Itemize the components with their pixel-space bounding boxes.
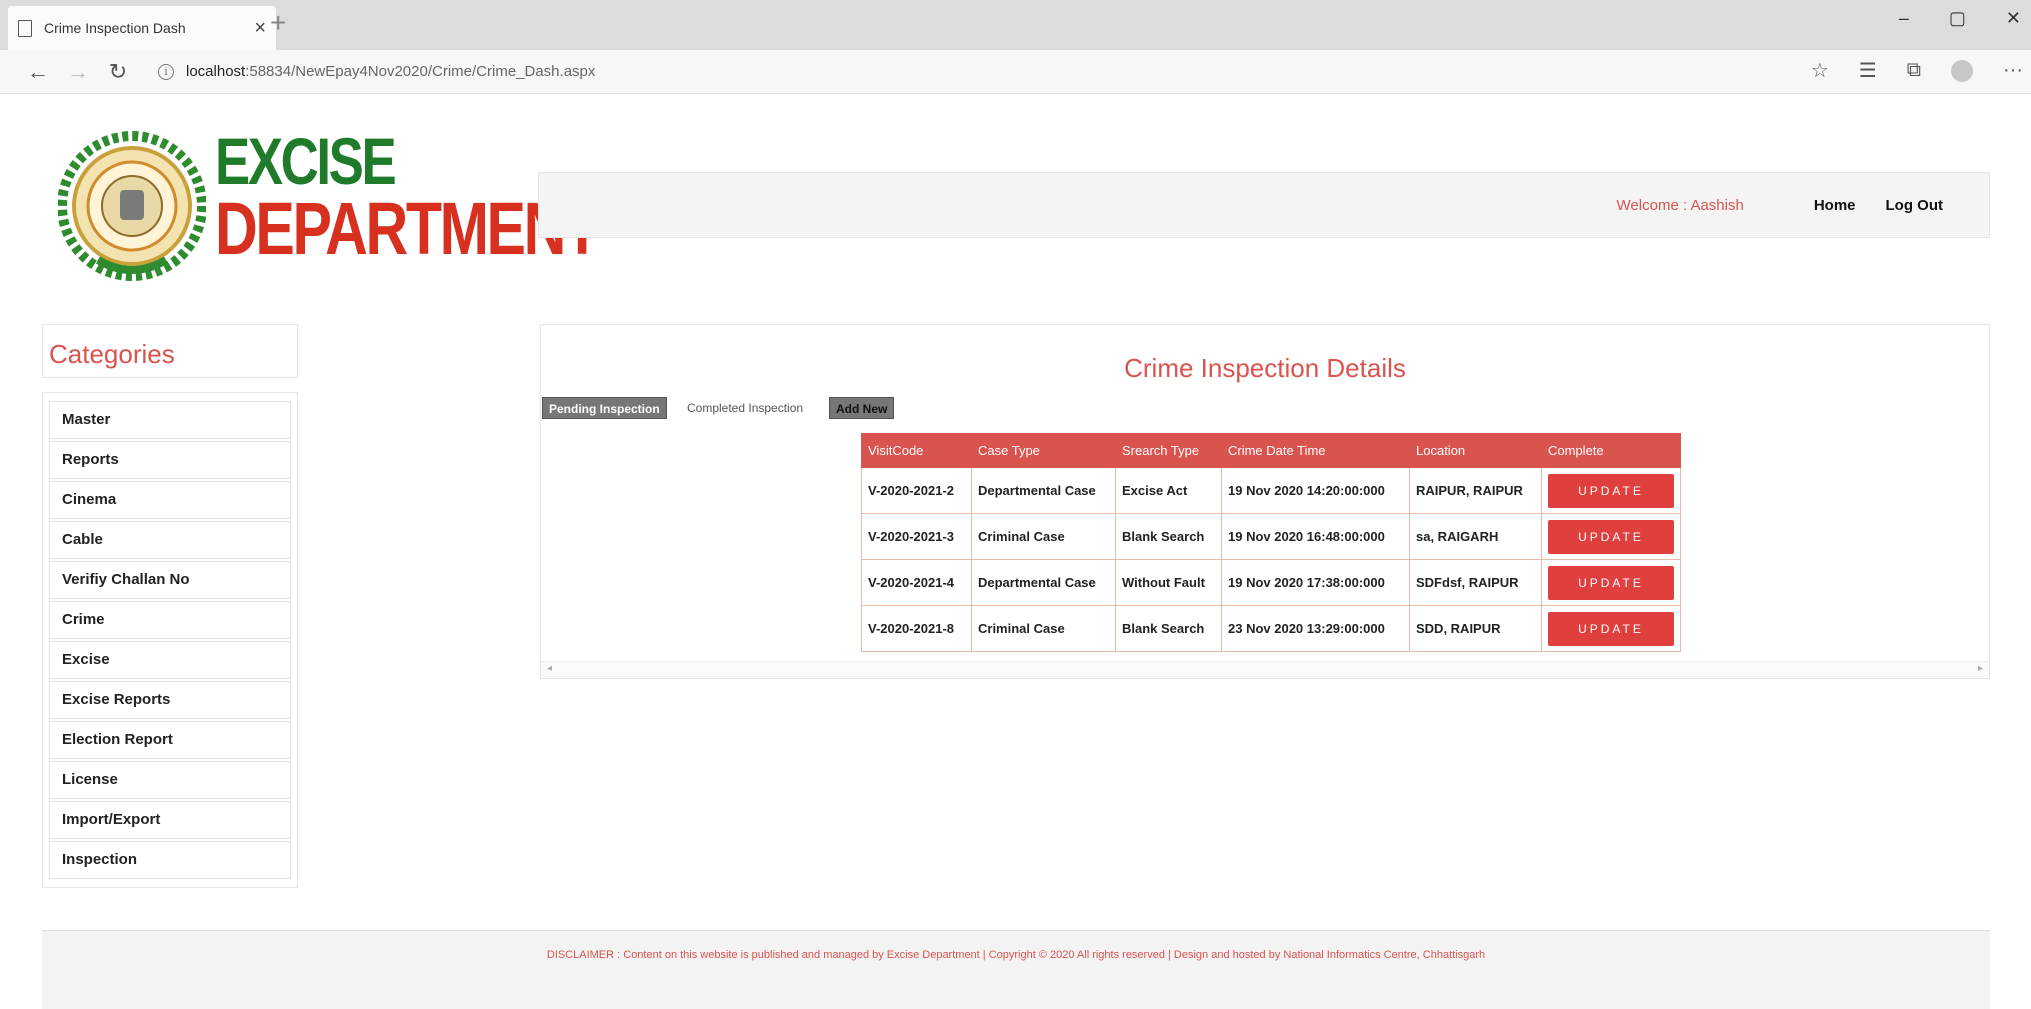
footer: DISCLAIMER : Content on this website is … (42, 930, 1990, 1009)
welcome-text: Welcome : Aashish (1616, 196, 1744, 214)
forward-icon[interactable]: → (58, 59, 98, 85)
new-tab-icon[interactable]: + (270, 8, 286, 38)
home-link[interactable]: Home (1814, 197, 1856, 214)
add-new-button[interactable]: Add New (829, 397, 895, 419)
top-nav-bar: Welcome : Aashish Home Log Out (538, 172, 1990, 238)
favorite-star-icon[interactable]: ☆ (1811, 58, 1829, 83)
col-visit-code[interactable]: VisitCode (861, 433, 972, 468)
cell-search-type: Blank Search (1115, 513, 1222, 560)
table-row: V-2020-2021-8 Criminal Case Blank Search… (861, 605, 1681, 652)
inspection-table: VisitCode Case Type Srearch Type Crime D… (861, 433, 1681, 652)
url-path: :58834/NewEpay4Nov2020/Crime/Crime_Dash.… (245, 63, 596, 80)
horizontal-scrollbar[interactable]: ◂ ▸ (541, 661, 1989, 677)
cell-visit-code: V-2020-2021-2 (861, 467, 972, 514)
cell-case-type: Criminal Case (971, 605, 1116, 652)
scroll-right-icon[interactable]: ▸ (1978, 663, 1983, 674)
sidebar-item-excise-reports[interactable]: Excise Reports (49, 681, 291, 719)
more-menu-icon[interactable]: ··· (2003, 59, 2023, 82)
categories-menu: Master Reports Cinema Cable Verifiy Chal… (42, 392, 298, 888)
cell-crime-date-time: 19 Nov 2020 17:38:00:000 (1221, 559, 1410, 606)
cell-complete: UPDATE (1541, 467, 1681, 514)
cell-crime-date-time: 19 Nov 2020 16:48:00:000 (1221, 513, 1410, 560)
col-case-type[interactable]: Case Type (971, 433, 1116, 468)
sidebar-item-reports[interactable]: Reports (49, 441, 291, 479)
sidebar-item-import-export[interactable]: Import/Export (49, 801, 291, 839)
page-title: Crime Inspection Details (1124, 353, 1406, 383)
cell-visit-code: V-2020-2021-8 (861, 605, 972, 652)
excise-seal-logo-icon (58, 131, 206, 281)
cell-location: SDFdsf, RAIPUR (1409, 559, 1542, 606)
sidebar-item-excise[interactable]: Excise (49, 641, 291, 679)
profile-avatar-icon[interactable] (1951, 59, 1974, 82)
col-crime-date-time[interactable]: Crime Date Time (1221, 433, 1410, 468)
tab-pending-inspection[interactable]: Pending Inspection (542, 397, 667, 419)
update-button[interactable]: UPDATE (1548, 519, 1674, 554)
cell-location: SDD, RAIPUR (1409, 605, 1542, 652)
cell-location: RAIPUR, RAIPUR (1409, 467, 1542, 514)
cell-location: sa, RAIGARH (1409, 513, 1542, 560)
cell-search-type: Blank Search (1115, 605, 1222, 652)
crime-inspection-panel: Crime Inspection Details Pending Inspect… (540, 324, 1990, 679)
cell-complete: UPDATE (1541, 513, 1681, 560)
col-complete[interactable]: Complete (1541, 433, 1681, 468)
browser-tab[interactable]: Crime Inspection Dash × (8, 6, 276, 50)
update-button[interactable]: UPDATE (1548, 611, 1674, 646)
update-button[interactable]: UPDATE (1548, 565, 1674, 600)
sidebar-item-license[interactable]: License (49, 761, 291, 799)
table-header-row: VisitCode Case Type Srearch Type Crime D… (861, 433, 1681, 468)
cell-crime-date-time: 19 Nov 2020 14:20:00:000 (1221, 467, 1410, 514)
cell-search-type: Excise Act (1115, 467, 1222, 514)
sidebar-item-master[interactable]: Master (49, 401, 291, 439)
page-icon (18, 19, 32, 37)
favorites-list-icon[interactable]: ☰ (1859, 58, 1877, 83)
logout-link[interactable]: Log Out (1886, 197, 1943, 214)
categories-title: Categories (42, 324, 298, 378)
url-field[interactable]: i localhost:58834/NewEpay4Nov2020/Crime/… (158, 63, 595, 80)
address-bar: ← → ↻ i localhost:58834/NewEpay4Nov2020/… (0, 50, 2031, 94)
col-location[interactable]: Location (1409, 433, 1542, 468)
cell-complete: UPDATE (1541, 605, 1681, 652)
sidebar-item-verify-challan[interactable]: Verifiy Challan No (49, 561, 291, 599)
cell-search-type: Without Fault (1115, 559, 1222, 606)
collections-icon[interactable]: ⧉ (1907, 59, 1921, 82)
site-info-icon[interactable]: i (158, 63, 174, 80)
cell-complete: UPDATE (1541, 559, 1681, 606)
browser-toolbar: ☆ ☰ ⧉ ··· (1811, 58, 2023, 83)
scroll-left-icon[interactable]: ◂ (547, 663, 552, 674)
refresh-icon[interactable]: ↻ (98, 59, 138, 85)
table-row: V-2020-2021-2 Departmental Case Excise A… (861, 467, 1681, 514)
window-controls: – ▢ ✕ (1899, 8, 2021, 29)
tab-title: Crime Inspection Dash (44, 20, 186, 36)
table-row: V-2020-2021-3 Criminal Case Blank Search… (861, 513, 1681, 560)
cell-case-type: Criminal Case (971, 513, 1116, 560)
sidebar-item-cable[interactable]: Cable (49, 521, 291, 559)
cell-crime-date-time: 23 Nov 2020 13:29:00:000 (1221, 605, 1410, 652)
sidebar-item-inspection[interactable]: Inspection (49, 841, 291, 879)
tab-completed-inspection[interactable]: Completed Inspection (681, 397, 809, 419)
update-button[interactable]: UPDATE (1548, 473, 1674, 508)
cell-case-type: Departmental Case (971, 467, 1116, 514)
tab-close-icon[interactable]: × (254, 17, 266, 40)
sidebar-item-cinema[interactable]: Cinema (49, 481, 291, 519)
col-search-type[interactable]: Srearch Type (1115, 433, 1222, 468)
browser-tabbar: Crime Inspection Dash × + – ▢ ✕ (0, 0, 2031, 50)
restore-icon[interactable]: ▢ (1949, 8, 1966, 29)
table-row: V-2020-2021-4 Departmental Case Without … (861, 559, 1681, 606)
sidebar-item-crime[interactable]: Crime (49, 601, 291, 639)
cell-case-type: Departmental Case (971, 559, 1116, 606)
minimize-icon[interactable]: – (1899, 8, 1909, 29)
cell-visit-code: V-2020-2021-3 (861, 513, 972, 560)
back-icon[interactable]: ← (18, 59, 58, 85)
close-window-icon[interactable]: ✕ (2006, 8, 2021, 29)
url-host: localhost (186, 63, 246, 80)
cell-visit-code: V-2020-2021-4 (861, 559, 972, 606)
sidebar-item-election-report[interactable]: Election Report (49, 721, 291, 759)
disclaimer-text: DISCLAIMER : Content on this website is … (546, 949, 1486, 961)
